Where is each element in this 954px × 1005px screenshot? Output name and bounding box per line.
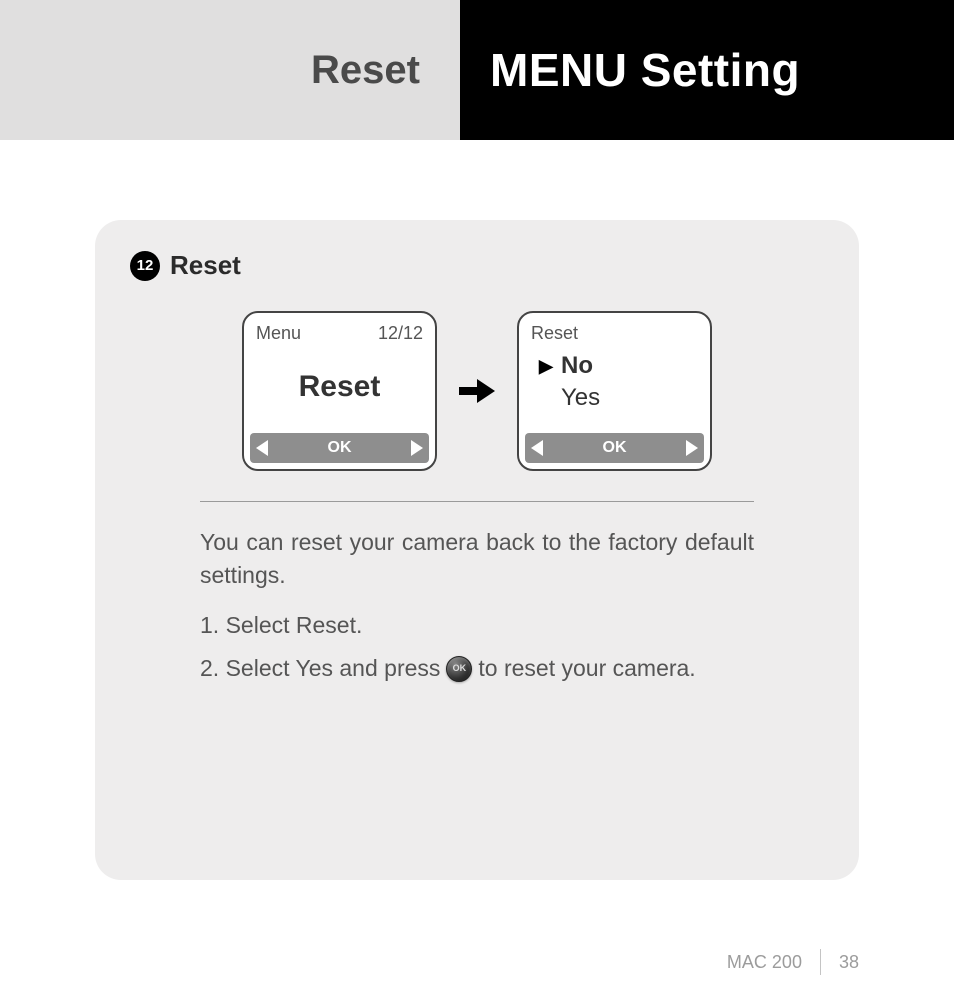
screen-menu-main: Reset: [250, 344, 429, 429]
step-2-part-a: 2. Select Yes and press: [200, 652, 440, 685]
nav-right-icon[interactable]: [411, 440, 423, 456]
section-title: Reset: [170, 250, 241, 281]
screen-menu-top: Menu 12/12: [250, 319, 429, 344]
steps-list: 1. Select Reset. 2. Select Yes and press…: [200, 609, 754, 686]
screen-menu: Menu 12/12 Reset OK: [242, 311, 437, 471]
nav-right-icon[interactable]: [686, 440, 698, 456]
screen-menu-label: Menu: [256, 323, 301, 344]
nav-left-icon[interactable]: [256, 440, 268, 456]
screen-menu-counter: 12/12: [378, 323, 423, 344]
description-text: You can reset your camera back to the fa…: [200, 526, 754, 593]
header-title: MENU Setting: [490, 43, 800, 97]
footer-separator: [820, 949, 821, 975]
section-number-badge: 12: [130, 251, 160, 281]
screens-row: Menu 12/12 Reset OK Reset: [130, 311, 824, 471]
option-yes[interactable]: Yes: [539, 382, 694, 414]
header-right-block: MENU Setting: [460, 0, 954, 140]
footer-model: MAC 200: [727, 952, 802, 973]
page-header: Reset MENU Setting: [0, 0, 954, 140]
nav-ok-label[interactable]: OK: [328, 439, 352, 457]
content-panel: 12 Reset Menu 12/12 Reset OK: [95, 220, 859, 880]
step-2: 2. Select Yes and press OK to reset your…: [200, 652, 754, 685]
screen-reset-label: Reset: [531, 323, 578, 344]
ok-button-icon: OK: [446, 656, 472, 682]
screen-reset-top: Reset: [525, 319, 704, 344]
step-2-part-b: to reset your camera.: [478, 652, 695, 685]
step-1: 1. Select Reset.: [200, 609, 754, 642]
screen-menu-navbar: OK: [250, 433, 429, 463]
page-footer: MAC 200 38: [727, 949, 859, 975]
section-title-row: 12 Reset: [130, 250, 824, 281]
header-left-block: Reset: [0, 0, 460, 140]
header-subtitle: Reset: [311, 48, 420, 93]
option-no-label: No: [561, 350, 593, 382]
page-body: 12 Reset Menu 12/12 Reset OK: [0, 140, 954, 880]
selection-caret-icon: ▶: [539, 354, 555, 378]
nav-left-icon[interactable]: [531, 440, 543, 456]
arrow-icon: [457, 376, 497, 406]
screen-reset: Reset ▶ No Yes OK: [517, 311, 712, 471]
option-yes-label: Yes: [561, 382, 600, 414]
nav-ok-label[interactable]: OK: [603, 439, 627, 457]
screen-reset-navbar: OK: [525, 433, 704, 463]
divider: [200, 501, 754, 502]
body-text: You can reset your camera back to the fa…: [130, 526, 824, 685]
screen-reset-options: ▶ No Yes: [525, 344, 704, 429]
option-no[interactable]: ▶ No: [539, 350, 694, 382]
footer-page-number: 38: [839, 952, 859, 973]
